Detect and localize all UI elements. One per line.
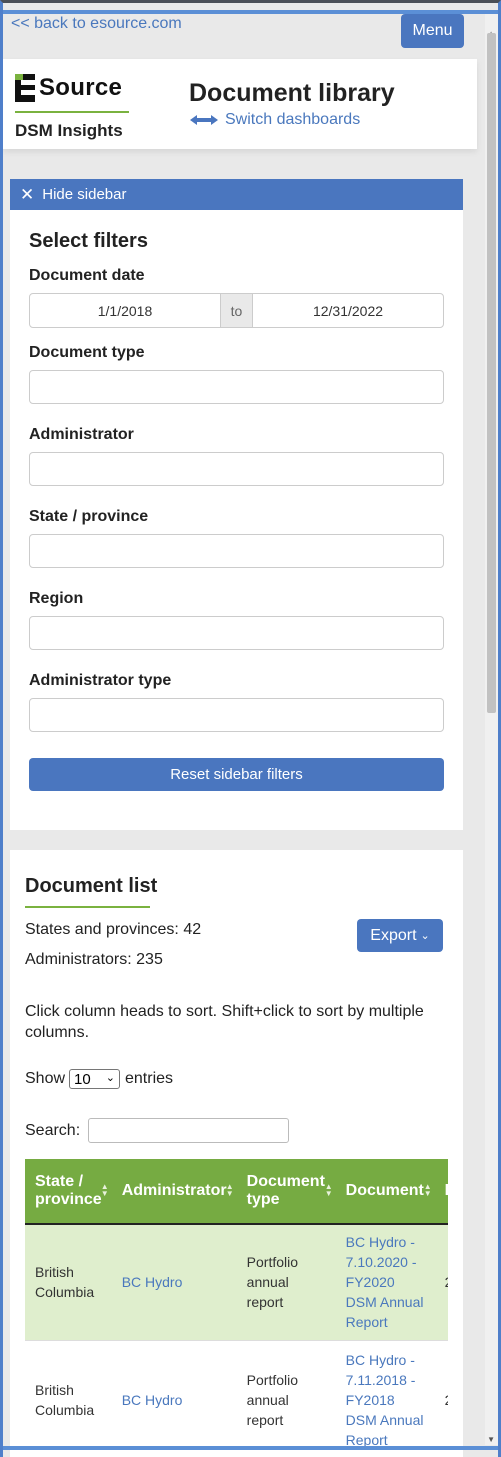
sort-icon: ▲ ▼ — [225, 1182, 234, 1198]
switch-dashboards-link[interactable]: Switch dashboards — [189, 111, 360, 129]
entries-per-page-select[interactable]: 10 ⌄ — [69, 1069, 120, 1089]
state-province-label: State / province — [29, 508, 149, 525]
cell-date: 2 — [434, 1224, 448, 1340]
page-title: Document library — [189, 79, 395, 107]
browser-viewport: << back to esource.com Menu Source DSM I… — [0, 0, 501, 1457]
cell-administrator-link[interactable]: BC Hydro — [111, 1339, 237, 1457]
date-to-separator: to — [220, 294, 253, 327]
filters-title: Select filters — [29, 230, 148, 252]
table-row: British Columbia BC Hydro Portfolio annu… — [25, 1339, 448, 1457]
sort-icon: ▲ ▼ — [324, 1182, 333, 1198]
document-type-label: Document type — [29, 344, 145, 361]
administrator-type-select[interactable] — [29, 698, 444, 732]
logo-underline — [15, 111, 129, 113]
reset-sidebar-filters-button[interactable]: Reset sidebar filters — [29, 758, 444, 791]
document-table-container[interactable]: State / province ▲ ▼ Administrator ▲ ▼ Doc… — [25, 1159, 448, 1457]
cell-state: British Columbia — [25, 1339, 112, 1457]
title-underline — [25, 906, 150, 908]
cell-administrator-link[interactable]: BC Hydro — [111, 1224, 237, 1340]
page-header: Source DSM Insights Document library Swi… — [3, 59, 477, 149]
export-button[interactable]: Export ⌄ — [357, 919, 443, 952]
sort-hint: Click column heads to sort. Shift+click … — [25, 1003, 424, 1041]
hide-sidebar-label: Hide sidebar — [42, 186, 127, 203]
swap-arrows-icon — [190, 115, 218, 125]
sort-icon: ▲ ▼ — [423, 1182, 432, 1198]
state-province-select[interactable] — [29, 534, 444, 568]
document-list-panel: Document list States and provinces: 42 A… — [10, 850, 463, 1457]
export-label: Export — [370, 926, 417, 944]
brand-subtitle: DSM Insights — [15, 121, 123, 140]
administrator-type-label: Administrator type — [29, 672, 172, 689]
document-date-label: Document date — [29, 267, 145, 284]
menu-button[interactable]: Menu — [401, 14, 464, 48]
administrator-label: Administrator — [29, 426, 134, 443]
table-row: British Columbia BC Hydro Portfolio annu… — [25, 1224, 448, 1340]
esource-logo[interactable]: Source — [15, 73, 122, 103]
e-logo-icon — [15, 74, 35, 102]
bottom-accent-strip — [3, 1446, 498, 1450]
chevron-down-icon: ⌄ — [420, 930, 430, 942]
document-table: State / province ▲ ▼ Administrator ▲ ▼ Doc… — [25, 1159, 448, 1457]
table-header-row: State / province ▲ ▼ Administrator ▲ ▼ Doc… — [25, 1159, 448, 1225]
administrators-count: Administrators: 235 — [25, 951, 163, 968]
region-select[interactable] — [29, 616, 444, 650]
document-type-select[interactable] — [29, 370, 444, 404]
date-to-input[interactable]: 12/31/2022 — [253, 294, 443, 327]
date-from-input[interactable]: 1/1/2018 — [30, 294, 220, 327]
column-header-administrator[interactable]: Administrator ▲ ▼ — [111, 1159, 237, 1225]
region-label: Region — [29, 590, 84, 607]
column-header-date[interactable]: D — [434, 1159, 448, 1225]
hide-sidebar-button[interactable]: ✕ Hide sidebar — [10, 179, 463, 210]
document-list-title: Document list — [25, 875, 158, 897]
document-date-range: 1/1/2018 to 12/31/2022 — [29, 293, 444, 328]
scrollbar-thumb[interactable] — [487, 33, 496, 713]
column-header-document[interactable]: Document ▲ ▼ — [335, 1159, 435, 1225]
administrator-select[interactable] — [29, 452, 444, 486]
entries-label: entries — [125, 1070, 174, 1087]
column-header-document-type[interactable]: Document type ▲ ▼ — [236, 1159, 336, 1225]
chevron-down-icon: ⌄ — [105, 1072, 115, 1084]
sort-icon: ▲ ▼ — [100, 1182, 109, 1198]
search-input[interactable] — [88, 1118, 289, 1143]
close-icon: ✕ — [20, 184, 35, 204]
switch-dashboards-label: Switch dashboards — [225, 111, 361, 128]
entries-value: 10 — [74, 1070, 91, 1088]
cell-document-type: Portfolio annual report — [236, 1339, 336, 1457]
cell-document-link[interactable]: BC Hydro - 7.11.2018 - FY2018 DSM Annual… — [335, 1339, 435, 1457]
cell-state: British Columbia — [25, 1224, 112, 1340]
logo-text: Source — [39, 74, 123, 101]
filters-panel: Select filters Document date 1/1/2018 to… — [10, 210, 463, 830]
back-to-esource-link[interactable]: << back to esource.com — [11, 15, 182, 33]
cell-document-type: Portfolio annual report — [236, 1224, 336, 1340]
states-count: States and provinces: 42 — [25, 921, 202, 938]
search-label: Search: — [25, 1122, 81, 1139]
show-label: Show — [25, 1070, 66, 1087]
column-header-state[interactable]: State / province ▲ ▼ — [25, 1159, 112, 1225]
cell-document-link[interactable]: BC Hydro - 7.10.2020 - FY2020 DSM Annual… — [335, 1224, 435, 1340]
scroll-down-arrow-icon[interactable]: ▼ — [487, 1435, 495, 1444]
cell-date: 2 — [434, 1339, 448, 1457]
